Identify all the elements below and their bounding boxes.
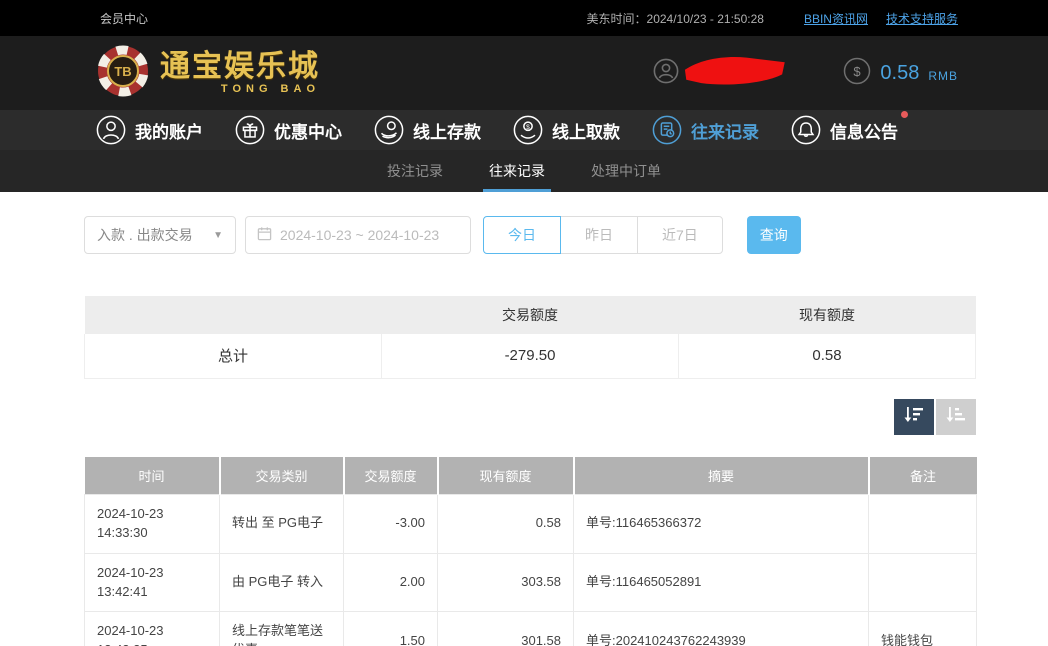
tab-transaction-records[interactable]: 往来记录 — [483, 150, 551, 192]
filter-row: 入款 . 出款交易 ▼ 2024-10-23 ~ 2024-10-23 今日 昨… — [84, 216, 976, 254]
cell-balance: 0.58 — [438, 495, 574, 554]
chevron-down-icon: ▼ — [213, 230, 223, 241]
bell-icon — [791, 115, 821, 145]
summary-transaction-total: -279.50 — [382, 334, 679, 378]
balance-amount: 0.58 — [880, 62, 919, 85]
cell-time: 2024-10-23 13:42:25 — [85, 612, 220, 646]
svg-text:$: $ — [854, 64, 862, 79]
col-header-summary: 摘要 — [574, 457, 869, 495]
tech-support-link[interactable]: 技术支持服务 — [886, 10, 958, 27]
cell-note — [869, 553, 977, 612]
avatar-icon — [653, 58, 679, 89]
col-header-amount: 交易额度 — [344, 457, 438, 495]
cell-summary: 单号:202410243762243939 — [574, 612, 869, 646]
eastern-time-label: 美东时间：2024/10/23 - 21:50:28 — [587, 10, 764, 27]
col-header-note: 备注 — [869, 457, 977, 495]
balance-currency: RMB — [928, 69, 958, 83]
cell-note: 钱能钱包 — [869, 612, 977, 646]
logo-title: 通宝娱乐城 — [160, 52, 320, 82]
calendar-icon — [257, 226, 272, 244]
site-header: TB 通宝娱乐城 TONG BAO $ 0. — [0, 36, 1048, 110]
summary-header-blank — [85, 296, 382, 334]
deposit-icon — [374, 115, 404, 145]
bbin-news-link[interactable]: BBIN资讯网 — [804, 10, 868, 27]
withdraw-icon: $ — [513, 115, 543, 145]
table-row: 2024-10-23 13:42:41 由 PG电子 转入 2.00 303.5… — [85, 553, 977, 612]
sort-asc-icon — [945, 405, 967, 428]
records-table: 时间 交易类别 交易额度 现有额度 摘要 备注 2024-10-23 14:33… — [84, 457, 977, 646]
cell-balance: 301.58 — [438, 612, 574, 646]
balance-display[interactable]: $ 0.58 RMB — [843, 57, 958, 90]
yesterday-button[interactable]: 昨日 — [560, 216, 638, 254]
cell-balance: 303.58 — [438, 553, 574, 612]
main-content: 入款 . 出款交易 ▼ 2024-10-23 ~ 2024-10-23 今日 昨… — [0, 192, 1048, 646]
sort-controls — [84, 399, 976, 435]
col-header-balance: 现有额度 — [438, 457, 574, 495]
cell-summary: 单号:116465366372 — [574, 495, 869, 554]
date-range-input[interactable]: 2024-10-23 ~ 2024-10-23 — [245, 216, 471, 254]
records-subnav: 投注记录 往来记录 处理中订单 — [0, 150, 1048, 192]
sort-desc-icon — [903, 405, 925, 428]
summary-total-label: 总计 — [85, 334, 382, 378]
col-header-type: 交易类别 — [220, 457, 344, 495]
transaction-type-select[interactable]: 入款 . 出款交易 ▼ — [84, 216, 236, 254]
nav-item-promotions[interactable]: 优惠中心 — [235, 115, 342, 145]
nav-item-transaction-records[interactable]: 往来记录 — [652, 115, 759, 145]
user-icon — [96, 115, 126, 145]
nav-item-online-deposit[interactable]: 线上存款 — [374, 115, 481, 145]
nav-item-online-withdraw[interactable]: $ 线上取款 — [513, 115, 620, 145]
records-icon — [652, 115, 682, 145]
sort-descending-button[interactable] — [894, 399, 934, 435]
cell-type: 由 PG电子 转入 — [220, 553, 344, 612]
last-7-days-button[interactable]: 近7日 — [637, 216, 723, 254]
svg-text:$: $ — [526, 124, 530, 131]
main-nav: 我的账户 优惠中心 线上存款 $ 线上取款 — [0, 110, 1048, 150]
poker-chip-icon: TB — [96, 44, 150, 103]
gift-icon — [235, 115, 265, 145]
dollar-icon: $ — [843, 57, 871, 90]
cell-amount: -3.00 — [344, 495, 438, 554]
member-center-link[interactable]: 会员中心 — [100, 10, 148, 27]
table-row: 2024-10-23 13:42:25 线上存款笔笔送优惠 1.50 301.5… — [85, 612, 977, 646]
sort-ascending-button[interactable] — [936, 399, 976, 435]
logo-subtitle: TONG BAO — [221, 84, 320, 95]
username-redaction-scribble — [679, 53, 791, 94]
nav-item-my-account[interactable]: 我的账户 — [96, 115, 203, 145]
cell-note — [869, 495, 977, 554]
summary-table: 交易额度 现有额度 总计 -279.50 0.58 — [84, 296, 976, 379]
user-account-area[interactable] — [653, 53, 791, 94]
cell-time: 2024-10-23 13:42:41 — [85, 553, 220, 612]
summary-balance-total: 0.58 — [679, 334, 976, 378]
today-button[interactable]: 今日 — [483, 216, 561, 254]
col-header-time: 时间 — [85, 457, 220, 495]
summary-header-current-balance: 现有额度 — [679, 296, 976, 334]
cell-amount: 2.00 — [344, 553, 438, 612]
records-header-row: 时间 交易类别 交易额度 现有额度 摘要 备注 — [85, 457, 977, 495]
tab-pending-orders[interactable]: 处理中订单 — [585, 150, 667, 192]
site-logo[interactable]: TB 通宝娱乐城 TONG BAO — [96, 44, 320, 103]
cell-type: 线上存款笔笔送优惠 — [220, 612, 344, 646]
cell-type: 转出 至 PG电子 — [220, 495, 344, 554]
summary-header-transaction-amount: 交易额度 — [382, 296, 679, 334]
search-button[interactable]: 查询 — [747, 216, 801, 254]
cell-amount: 1.50 — [344, 612, 438, 646]
summary-total-row: 总计 -279.50 0.58 — [85, 334, 976, 378]
top-utility-bar: 会员中心 美东时间：2024/10/23 - 21:50:28 BBIN资讯网 … — [0, 0, 1048, 36]
table-row: 2024-10-23 14:33:30 转出 至 PG电子 -3.00 0.58… — [85, 495, 977, 554]
cell-summary: 单号:116465052891 — [574, 553, 869, 612]
notification-badge — [901, 111, 908, 118]
tab-betting-records[interactable]: 投注记录 — [381, 150, 449, 192]
cell-time: 2024-10-23 14:33:30 — [85, 495, 220, 554]
svg-text:TB: TB — [114, 64, 131, 79]
quick-date-button-group: 今日 昨日 近7日 — [483, 216, 723, 254]
nav-item-announcements[interactable]: 信息公告 — [791, 115, 898, 145]
